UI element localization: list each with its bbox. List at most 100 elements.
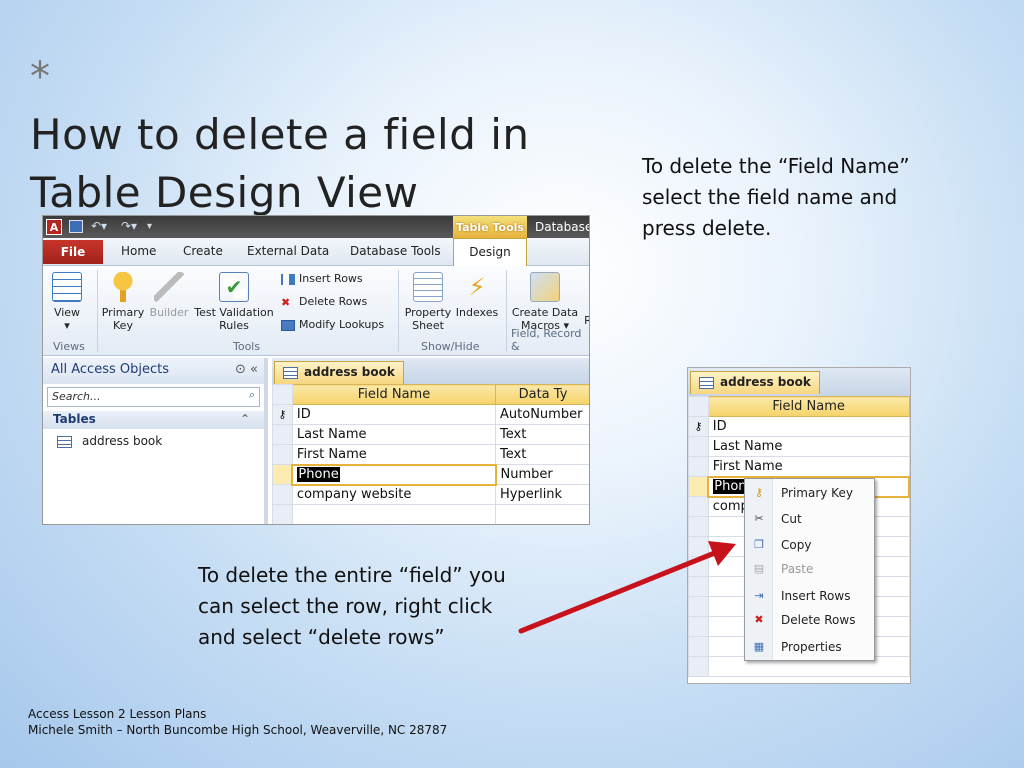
nav-pane-header[interactable]: All Access Objects ⊙ «: [43, 358, 264, 384]
table-row[interactable]: First Name: [688, 456, 910, 477]
tab-file[interactable]: File: [43, 240, 103, 264]
primary-key-button[interactable]: Primary Key: [101, 272, 145, 332]
rename-delete-macro-button[interactable]: R: [583, 314, 589, 327]
tab-design[interactable]: Design: [453, 238, 527, 266]
test-validation-label-1: Test Validation: [194, 306, 274, 319]
access-app-icon[interactable]: A: [46, 219, 62, 235]
field-name-cell[interactable]: ID: [707, 416, 910, 437]
row-selector[interactable]: [272, 424, 293, 445]
doc-tab-label: address book: [720, 375, 811, 389]
row-selector[interactable]: [688, 656, 709, 677]
property-sheet-button[interactable]: Property Sheet: [403, 272, 453, 332]
customize-qat-icon[interactable]: ▾: [147, 220, 161, 233]
column-header-field-name[interactable]: Field Name: [707, 396, 910, 417]
row-selector[interactable]: [688, 636, 709, 657]
table-row[interactable]: ⚷ ID AutoNumber: [272, 404, 589, 425]
undo-icon[interactable]: ↶▾: [91, 220, 107, 233]
data-type-cell-empty[interactable]: [495, 504, 589, 524]
builder-icon: [154, 272, 184, 302]
row-selector[interactable]: [272, 444, 293, 465]
view-button[interactable]: View ▾: [49, 272, 85, 332]
test-validation-rules-button[interactable]: ✔ Test Validation Rules: [191, 272, 277, 332]
doc-tab-address-book[interactable]: address book: [690, 371, 820, 394]
nav-pane-controls[interactable]: ⊙ «: [235, 362, 258, 377]
data-type-cell[interactable]: AutoNumber: [495, 404, 589, 425]
table-row[interactable]: Last Name: [688, 436, 910, 457]
menu-item-copy[interactable]: ❐ Copy: [745, 534, 874, 556]
field-name-cell[interactable]: Last Name: [291, 424, 497, 445]
indexes-icon: ⚡: [468, 273, 486, 301]
row-selector[interactable]: [272, 484, 293, 505]
row-selector[interactable]: [688, 576, 709, 597]
modify-lookups-button[interactable]: Modify Lookups: [281, 318, 384, 331]
field-name-cell-empty[interactable]: [291, 504, 497, 524]
field-name-cell-selected[interactable]: Phone: [291, 463, 497, 486]
table-icon: [699, 376, 714, 389]
row-selector[interactable]: [688, 496, 709, 517]
menu-item-insert-rows[interactable]: ⇥ Insert Rows: [745, 585, 874, 607]
table-row[interactable]: Last Name Text: [272, 424, 589, 445]
data-type-cell[interactable]: Text: [495, 444, 589, 465]
delete-rows-button[interactable]: ✖ Delete Rows: [281, 295, 367, 308]
row-selector-current[interactable]: [272, 464, 293, 485]
menu-item-paste[interactable]: ▤ Paste: [745, 558, 874, 580]
column-header-field-name[interactable]: Field Name: [291, 384, 497, 405]
menu-item-primary-key[interactable]: ⚷ Primary Key: [745, 482, 874, 504]
primary-key-indicator[interactable]: ⚷: [272, 404, 293, 425]
tab-home[interactable]: Home: [121, 244, 156, 258]
field-name-cell[interactable]: company website: [291, 484, 497, 505]
tab-external-data[interactable]: External Data: [247, 244, 329, 258]
field-name-cell[interactable]: Last Name: [707, 436, 910, 457]
chevron-down-icon[interactable]: ⊙: [235, 362, 246, 377]
tab-create[interactable]: Create: [183, 244, 223, 258]
grid-header-row: Field Name Data Ty: [272, 384, 589, 405]
row-selector-current[interactable]: [688, 476, 709, 497]
indexes-button[interactable]: ⚡ Indexes: [453, 272, 501, 319]
row-selector[interactable]: [688, 596, 709, 617]
document-tabs: address book: [272, 358, 589, 384]
row-selector[interactable]: [272, 504, 293, 524]
table-row[interactable]: ⚷ ID: [688, 416, 910, 437]
nav-item-address-book[interactable]: address book: [43, 429, 264, 453]
nav-section-tables[interactable]: Tables ⌃: [43, 411, 264, 429]
data-type-cell[interactable]: Text: [495, 424, 589, 445]
table-row[interactable]: company website Hyperlink: [272, 484, 589, 505]
row-selector[interactable]: [688, 456, 709, 477]
doc-tab-label: address book: [304, 365, 395, 379]
data-type-cell[interactable]: Hyperlink: [495, 484, 589, 505]
create-data-macros-button[interactable]: Create Data Macros ▾: [509, 272, 581, 332]
data-type-cell[interactable]: Number: [495, 464, 589, 485]
field-name-cell[interactable]: First Name: [707, 456, 910, 477]
save-icon[interactable]: [69, 220, 83, 233]
collapse-icon[interactable]: «: [250, 362, 258, 377]
tab-database-tools[interactable]: Database Tools: [350, 244, 441, 258]
table-row-current[interactable]: Phone Number: [272, 463, 589, 486]
row-selector[interactable]: [688, 556, 709, 577]
ribbon: View ▾ Primary Key Builder ✔ Test Validati…: [43, 266, 589, 356]
menu-item-label: Primary Key: [781, 486, 853, 500]
menu-item-properties[interactable]: ▦ Properties: [745, 636, 874, 658]
menu-item-cut[interactable]: ✂ Cut: [745, 508, 874, 530]
property-sheet-label-1: Property: [404, 306, 452, 319]
row-selector[interactable]: [688, 516, 709, 537]
redo-icon[interactable]: ↷▾: [121, 220, 137, 233]
search-icon[interactable]: ⌕: [249, 388, 255, 402]
row-selector[interactable]: [688, 436, 709, 457]
row-selector[interactable]: [688, 536, 709, 557]
menu-item-delete-rows[interactable]: ✖ Delete Rows: [745, 609, 874, 631]
column-header-data-type[interactable]: Data Ty: [495, 384, 589, 405]
window-title: Database: [535, 220, 590, 234]
table-row[interactable]: First Name Text: [272, 444, 589, 465]
table-row[interactable]: [272, 504, 589, 524]
instruction-right: To delete the “Field Name” select the fi…: [642, 154, 910, 240]
field-name-cell[interactable]: First Name: [291, 444, 497, 465]
row-selector[interactable]: [688, 616, 709, 637]
field-name-cell[interactable]: ID: [291, 404, 497, 425]
doc-tab-address-book[interactable]: address book: [274, 361, 404, 384]
collapse-section-icon[interactable]: ⌃: [240, 412, 250, 426]
primary-key-indicator[interactable]: ⚷: [688, 416, 709, 437]
builder-button[interactable]: Builder: [147, 272, 191, 319]
insert-rows-button[interactable]: Insert Rows: [281, 272, 363, 285]
modify-lookups-label: Modify Lookups: [299, 318, 385, 331]
nav-search-input[interactable]: Search... ⌕: [47, 387, 260, 407]
